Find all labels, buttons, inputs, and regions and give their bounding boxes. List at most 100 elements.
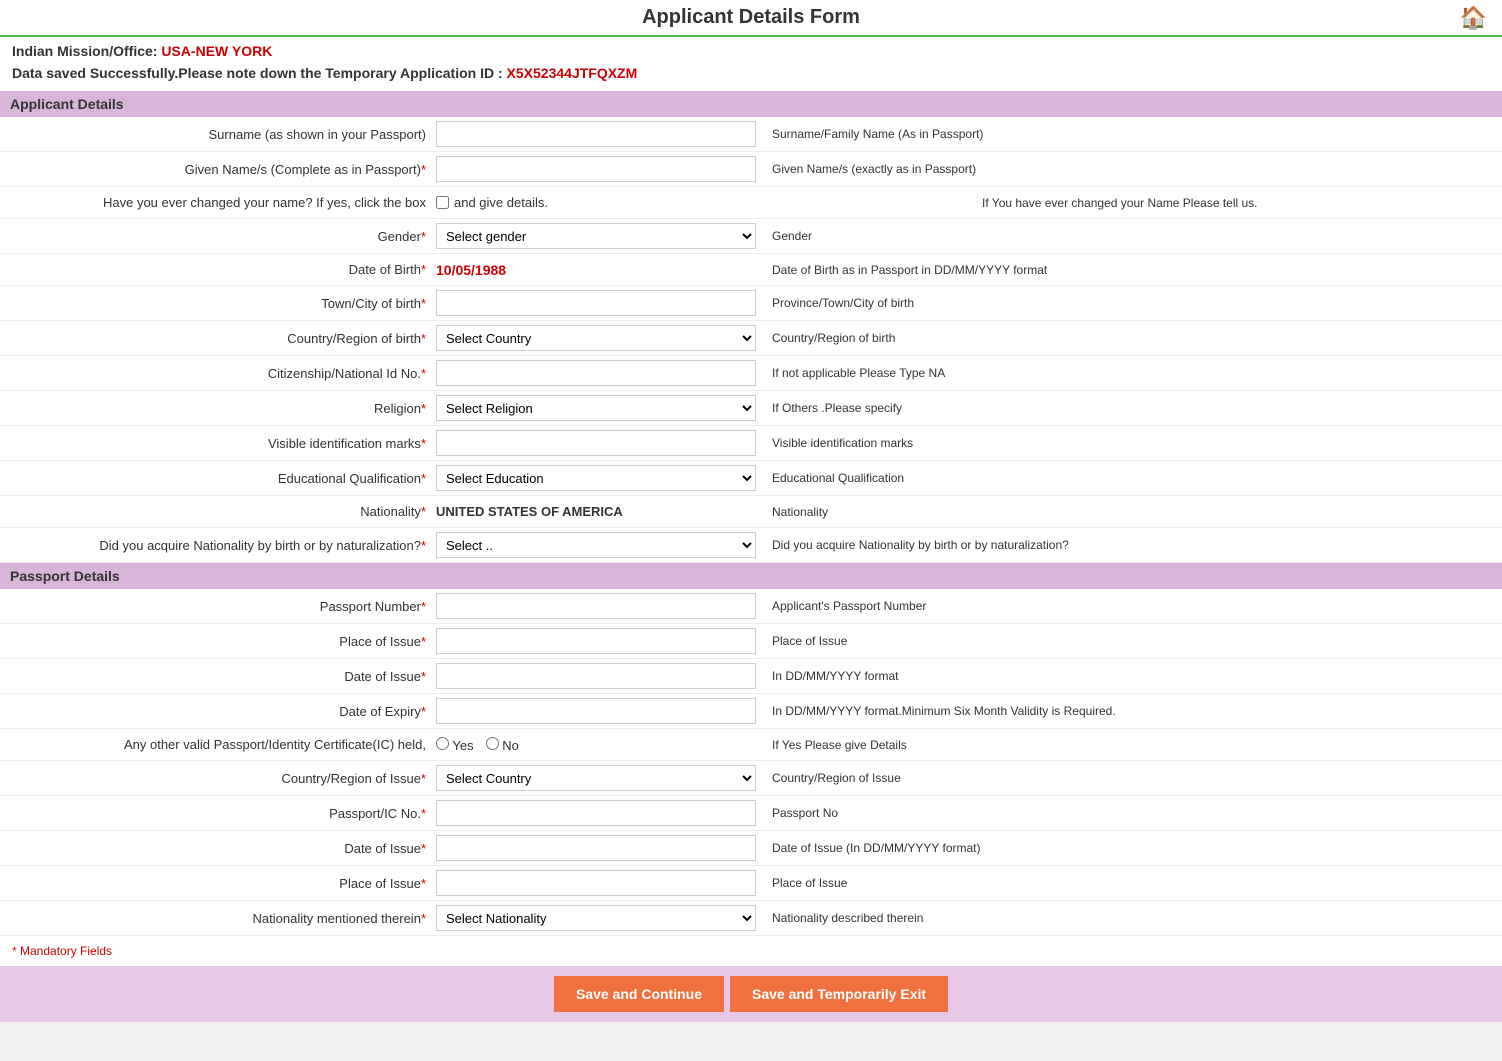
- button-bar: Save and Continue Save and Temporarily E…: [0, 966, 1502, 1022]
- surname-row: Surname (as shown in your Passport) Surn…: [0, 117, 1502, 152]
- date-expiry-input-wrapper: [436, 698, 756, 724]
- date-expiry-hint: In DD/MM/YYYY format.Minimum Six Month V…: [756, 704, 1496, 718]
- given-names-label: Given Name/s (Complete as in Passport)*: [6, 162, 436, 177]
- save-continue-button[interactable]: Save and Continue: [554, 976, 724, 1012]
- country-issue-hint: Country/Region of Issue: [756, 771, 1496, 785]
- country-birth-row: Country/Region of birth* Select Country …: [0, 321, 1502, 356]
- citizenship-label: Citizenship/National Id No.*: [6, 366, 436, 381]
- education-hint: Educational Qualification: [756, 471, 1496, 485]
- place-issue2-input-wrapper: [436, 870, 756, 896]
- save-exit-button[interactable]: Save and Temporarily Exit: [730, 976, 948, 1012]
- passport-ic-hint: Passport No: [756, 806, 1496, 820]
- religion-select[interactable]: Select Religion Hindu Muslim Christian S…: [436, 395, 756, 421]
- religion-label: Religion*: [6, 401, 436, 416]
- passport-section: Passport Details Passport Number* Applic…: [0, 563, 1502, 936]
- country-issue-row: Country/Region of Issue* Select Country …: [0, 761, 1502, 796]
- country-birth-hint: Country/Region of birth: [756, 331, 1496, 345]
- name-changed-suffix: and give details.: [454, 195, 548, 210]
- date-issue-input-wrapper: [436, 663, 756, 689]
- religion-select-wrapper: Select Religion Hindu Muslim Christian S…: [436, 395, 756, 421]
- nat-acquire-select[interactable]: Select .. By Birth By Naturalization: [436, 532, 756, 558]
- other-passport-no-radio[interactable]: [486, 737, 499, 750]
- given-names-input[interactable]: [436, 156, 756, 182]
- religion-row: Religion* Select Religion Hindu Muslim C…: [0, 391, 1502, 426]
- gender-select-wrapper: Select gender Male Female Others: [436, 223, 756, 249]
- citizenship-input[interactable]: [436, 360, 756, 386]
- surname-input-wrapper: [436, 121, 756, 147]
- town-input-wrapper: [436, 290, 756, 316]
- nationality-hint: Nationality: [756, 505, 1496, 519]
- education-row: Educational Qualification* Select Educat…: [0, 461, 1502, 496]
- country-issue-label: Country/Region of Issue*: [6, 771, 436, 786]
- date-issue2-input[interactable]: [436, 835, 756, 861]
- visible-marks-row: Visible identification marks* Visible id…: [0, 426, 1502, 461]
- gender-label: Gender*: [6, 229, 436, 244]
- passport-no-input-wrapper: [436, 593, 756, 619]
- date-expiry-input[interactable]: [436, 698, 756, 724]
- nat-acquire-label: Did you acquire Nationality by birth or …: [6, 538, 436, 553]
- given-names-row: Given Name/s (Complete as in Passport)* …: [0, 152, 1502, 187]
- citizenship-input-wrapper: [436, 360, 756, 386]
- other-passport-yes-label: Yes: [436, 737, 474, 753]
- other-passport-no-label: No: [486, 737, 519, 753]
- date-issue-input[interactable]: [436, 663, 756, 689]
- passport-no-row: Passport Number* Applicant's Passport Nu…: [0, 589, 1502, 624]
- page-title: Applicant Details Form: [642, 6, 860, 29]
- applicant-section-header: Applicant Details: [0, 91, 1502, 117]
- passport-ic-input[interactable]: [436, 800, 756, 826]
- place-issue-label: Place of Issue*: [6, 634, 436, 649]
- other-passport-label: Any other valid Passport/Identity Certif…: [6, 737, 436, 752]
- date-issue2-row: Date of Issue* Date of Issue (In DD/MM/Y…: [0, 831, 1502, 866]
- passport-ic-row: Passport/IC No.* Passport No: [0, 796, 1502, 831]
- date-issue2-hint: Date of Issue (In DD/MM/YYYY format): [756, 841, 1496, 855]
- applicant-section: Applicant Details Surname (as shown in y…: [0, 91, 1502, 563]
- dob-hint: Date of Birth as in Passport in DD/MM/YY…: [756, 263, 1496, 277]
- other-passport-yes-radio[interactable]: [436, 737, 449, 750]
- place-issue-input[interactable]: [436, 628, 756, 654]
- nat-therein-row: Nationality mentioned therein* Select Na…: [0, 901, 1502, 936]
- town-hint: Province/Town/City of birth: [756, 296, 1496, 310]
- place-issue-input-wrapper: [436, 628, 756, 654]
- nationality-row: Nationality* UNITED STATES OF AMERICA Na…: [0, 496, 1502, 528]
- religion-hint: If Others .Please specify: [756, 401, 1496, 415]
- date-issue-label: Date of Issue*: [6, 669, 436, 684]
- country-birth-label: Country/Region of birth*: [6, 331, 436, 346]
- name-changed-checkbox[interactable]: [436, 196, 449, 209]
- gender-select[interactable]: Select gender Male Female Others: [436, 223, 756, 249]
- date-issue2-input-wrapper: [436, 835, 756, 861]
- country-issue-select[interactable]: Select Country: [436, 765, 756, 791]
- page-wrapper: Applicant Details Form 🏠 Indian Mission/…: [0, 0, 1502, 1022]
- place-issue-row: Place of Issue* Place of Issue: [0, 624, 1502, 659]
- passport-ic-input-wrapper: [436, 800, 756, 826]
- other-passport-hint: If Yes Please give Details: [756, 738, 1496, 752]
- place-issue2-hint: Place of Issue: [756, 876, 1496, 890]
- education-select[interactable]: Select Education Below Matriculation Mat…: [436, 465, 756, 491]
- town-input[interactable]: [436, 290, 756, 316]
- passport-no-input[interactable]: [436, 593, 756, 619]
- surname-input[interactable]: [436, 121, 756, 147]
- place-issue2-input[interactable]: [436, 870, 756, 896]
- surname-label: Surname (as shown in your Passport): [6, 127, 436, 142]
- education-label: Educational Qualification*: [6, 471, 436, 486]
- gender-hint: Gender: [756, 229, 1496, 243]
- gender-row: Gender* Select gender Male Female Others…: [0, 219, 1502, 254]
- top-info: Indian Mission/Office: USA-NEW YORK Data…: [0, 37, 1502, 91]
- dob-row: Date of Birth* 10/05/1988 Date of Birth …: [0, 254, 1502, 286]
- mission-label: Indian Mission/Office:: [12, 43, 157, 59]
- dob-value: 10/05/1988: [436, 262, 506, 278]
- town-label: Town/City of birth*: [6, 296, 436, 311]
- nat-therein-select[interactable]: Select Nationality: [436, 905, 756, 931]
- country-birth-select-wrapper: Select Country: [436, 325, 756, 351]
- nat-acquire-hint: Did you acquire Nationality by birth or …: [756, 538, 1496, 552]
- country-birth-select[interactable]: Select Country: [436, 325, 756, 351]
- visible-marks-input[interactable]: [436, 430, 756, 456]
- home-icon[interactable]: 🏠: [1460, 5, 1487, 31]
- nat-therein-label: Nationality mentioned therein*: [6, 911, 436, 926]
- mandatory-note: * Mandatory Fields: [0, 936, 1502, 966]
- nationality-value: UNITED STATES OF AMERICA: [436, 504, 623, 519]
- nat-acquire-row: Did you acquire Nationality by birth or …: [0, 528, 1502, 563]
- passport-no-hint: Applicant's Passport Number: [756, 599, 1496, 613]
- nationality-label: Nationality*: [6, 504, 436, 519]
- place-issue-hint: Place of Issue: [756, 634, 1496, 648]
- nat-acquire-select-wrapper: Select .. By Birth By Naturalization: [436, 532, 756, 558]
